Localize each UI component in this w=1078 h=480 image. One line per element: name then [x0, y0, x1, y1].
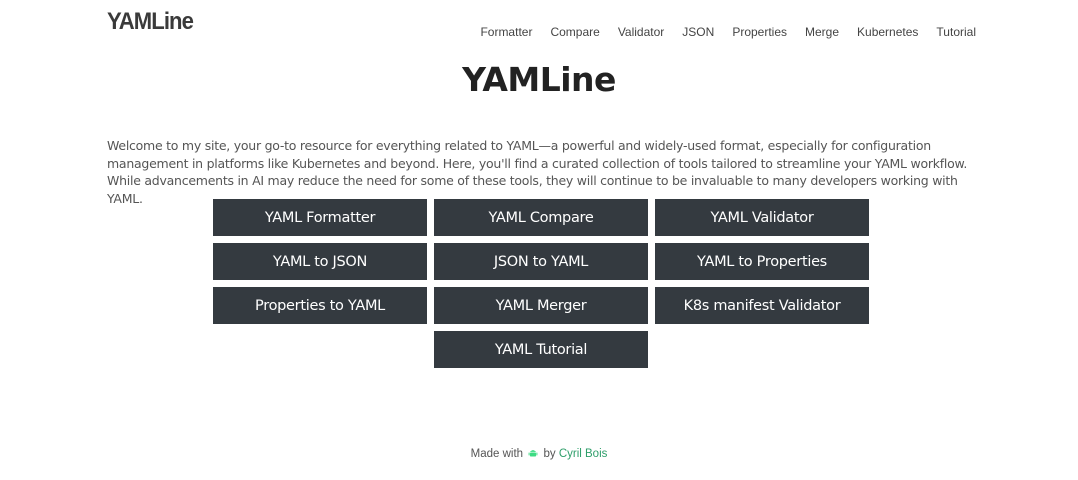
page-title: YAMLine [462, 60, 616, 99]
nav-link-tutorial[interactable]: Tutorial [936, 25, 976, 39]
tool-button-properties-to-yaml[interactable]: Properties to YAML [213, 287, 427, 324]
tool-button-yaml-compare[interactable]: YAML Compare [434, 199, 648, 236]
android-icon [528, 448, 538, 458]
tool-button-yaml-formatter[interactable]: YAML Formatter [213, 199, 427, 236]
site-logo[interactable]: YAMLine [107, 8, 194, 36]
footer-by: by [543, 448, 556, 460]
tool-button-json-to-yaml[interactable]: JSON to YAML [434, 243, 648, 280]
author-link[interactable]: Cyril Bois [559, 448, 608, 460]
tool-button-yaml-merger[interactable]: YAML Merger [434, 287, 648, 324]
nav-link-properties[interactable]: Properties [732, 25, 787, 39]
tool-button-yaml-to-json[interactable]: YAML to JSON [213, 243, 427, 280]
nav-link-validator[interactable]: Validator [618, 25, 664, 39]
tool-button-yaml-to-properties[interactable]: YAML to Properties [655, 243, 869, 280]
nav-link-kubernetes[interactable]: Kubernetes [857, 25, 918, 39]
nav-link-json[interactable]: JSON [682, 25, 714, 39]
tool-button-k8s-manifest-validator[interactable]: K8s manifest Validator [655, 287, 869, 324]
footer-made-with: Made with [470, 448, 524, 460]
nav-link-compare[interactable]: Compare [550, 25, 599, 39]
nav-link-formatter[interactable]: Formatter [480, 25, 532, 39]
top-nav: Formatter Compare Validator JSON Propert… [480, 25, 976, 39]
nav-link-merge[interactable]: Merge [805, 25, 839, 39]
tool-button-yaml-tutorial[interactable]: YAML Tutorial [434, 331, 648, 368]
intro-paragraph: Welcome to my site, your go-to resource … [107, 138, 968, 206]
tool-button-yaml-validator[interactable]: YAML Validator [655, 199, 869, 236]
footer: Made with by Cyril Bois [0, 448, 1078, 460]
tools-grid: YAML Formatter YAML Compare YAML Validat… [213, 199, 870, 368]
